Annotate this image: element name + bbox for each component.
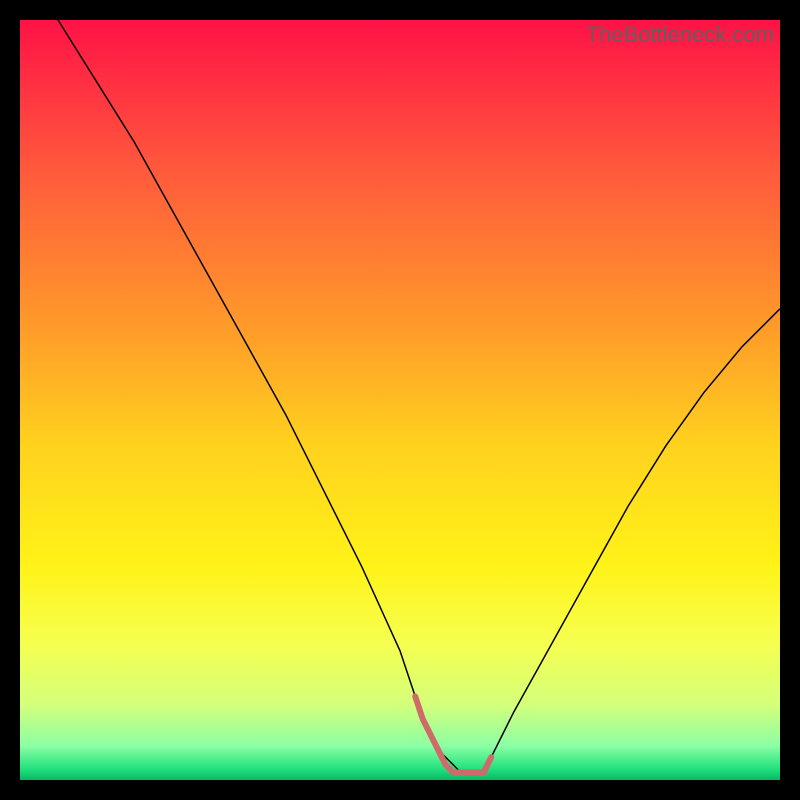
chart-svg — [20, 20, 780, 780]
chart-background — [20, 20, 780, 780]
watermark-text: TheBottleneck.com — [586, 22, 774, 48]
chart-container: TheBottleneck.com — [0, 0, 800, 800]
plot-area: TheBottleneck.com — [20, 20, 780, 780]
